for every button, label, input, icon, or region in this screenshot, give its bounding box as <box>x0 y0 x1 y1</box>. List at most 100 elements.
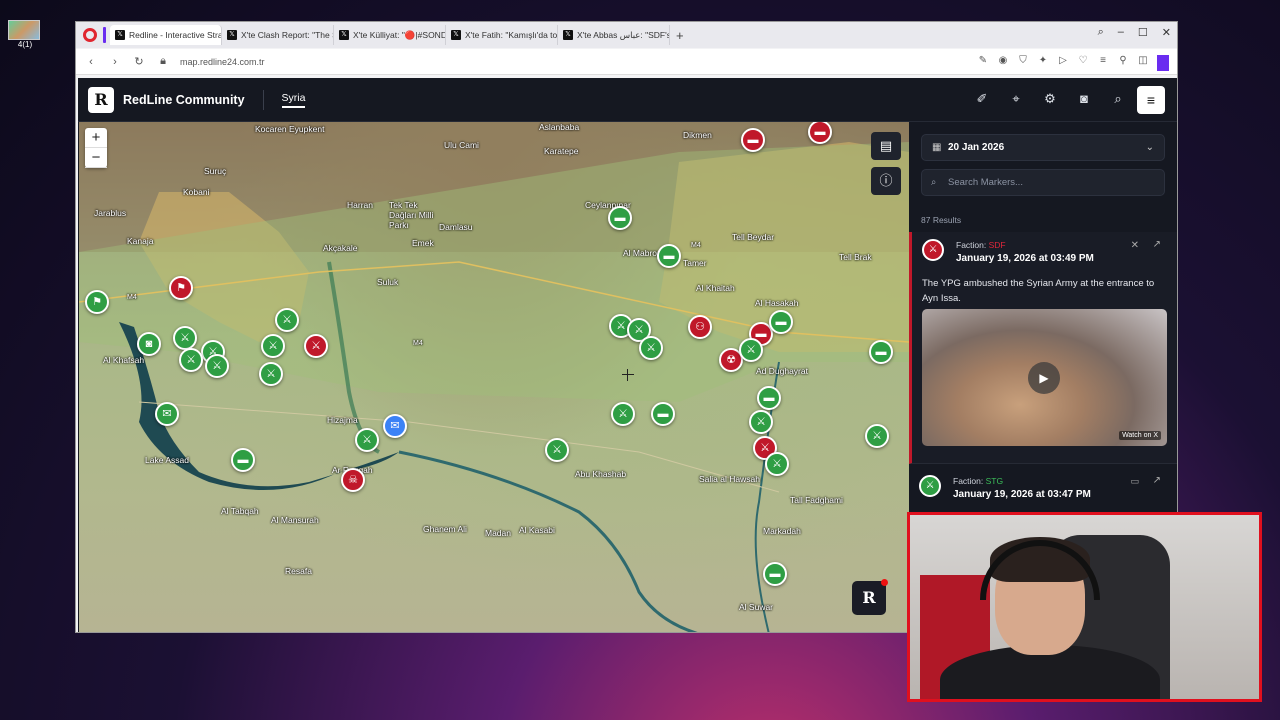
url-field[interactable]: map.redline24.com.tr <box>180 57 265 67</box>
location-pin-icon[interactable]: ⌖ <box>1007 91 1025 107</box>
play-button-icon[interactable]: ▶ <box>1028 362 1060 394</box>
map-marker-stg-clash[interactable]: ⚔ <box>205 354 229 378</box>
map-marker-stg-convoy[interactable]: ▬ <box>763 562 787 586</box>
map-marker-stg-convoy[interactable]: ▬ <box>657 244 681 268</box>
tab-label: X'te Clash Report: "The Sy <box>241 30 334 40</box>
map-marker-sdf-flag[interactable]: ⚑ <box>169 276 193 300</box>
map-marker-stg-clash[interactable]: ⚔ <box>749 410 773 434</box>
map-marker-stg-clash[interactable]: ⚔ <box>611 402 635 426</box>
map-label: Damlasu <box>439 222 473 232</box>
calendar-icon: ▦ <box>932 142 942 153</box>
camera-icon[interactable]: ◙ <box>1075 91 1093 107</box>
map-label: Tell Beydar <box>732 232 775 242</box>
map-marker-stg-clash[interactable]: ⚔ <box>261 334 285 358</box>
desktop-icon-thumbnail <box>8 20 40 40</box>
external-link-icon[interactable]: ↗ <box>1153 239 1161 250</box>
map-layers-icon[interactable]: ▤ <box>871 132 901 160</box>
tab-abbas[interactable]: 𝕏 X'te Abbas عباس: "SDF's w <box>558 25 670 45</box>
box-icon[interactable]: ◫ <box>1137 55 1149 71</box>
map-marker-stg-clash[interactable]: ⚔ <box>179 348 203 372</box>
zoom-in-button[interactable]: + <box>85 128 107 148</box>
heart-icon[interactable]: ♡ <box>1077 55 1089 71</box>
map-marker-stg-convoy[interactable]: ▬ <box>651 402 675 426</box>
search-icon[interactable]: ⌕ <box>1109 91 1127 107</box>
map-marker-stg-clash[interactable]: ⚔ <box>173 326 197 350</box>
map-marker-stg-announce[interactable]: ✉ <box>155 402 179 426</box>
video-icon[interactable]: ▭ <box>1130 476 1139 487</box>
draw-icon[interactable]: ✐ <box>973 91 991 107</box>
marker-description: The YPG ambushed the Syrian Army at the … <box>922 278 1155 304</box>
map-marker-stg-clash[interactable]: ⚔ <box>275 308 299 332</box>
tab-label: X'te Abbas عباس: "SDF's w <box>577 29 670 40</box>
redline-map-badge[interactable]: R <box>852 579 888 615</box>
map-marker-sdf-group[interactable]: ⚇ <box>688 315 712 339</box>
search-tabs-icon[interactable]: ⌕ <box>1098 26 1104 39</box>
watch-on-x-label[interactable]: Watch on X <box>1119 431 1161 440</box>
sidebar-toggle[interactable] <box>1157 55 1169 71</box>
tab-label: Redline - Interactive Strate <box>129 30 222 40</box>
close-icon[interactable]: ✕ <box>1131 240 1139 251</box>
map-view[interactable]: + − ▤ ⓘ Kocaren Eyupkent Ulu Cami Suruç … <box>79 122 909 632</box>
map-label: Kocaren <box>255 124 287 134</box>
map-marker-stg-clash[interactable]: ⚔ <box>259 362 283 386</box>
info-icon[interactable]: ⓘ <box>871 167 901 195</box>
profile-icon[interactable]: ⚲ <box>1117 55 1129 71</box>
map-label: Kanaja <box>127 236 154 246</box>
map-tools: ▤ ⓘ <box>871 132 901 202</box>
back-icon[interactable]: ‹ <box>82 56 100 68</box>
extension-icon[interactable]: ✦ <box>1037 55 1049 71</box>
tab-clash-report[interactable]: 𝕏 X'te Clash Report: "The Sy <box>222 25 334 45</box>
map-marker-stg-clash[interactable]: ⚔ <box>765 452 789 476</box>
video-embed[interactable]: ▶ Watch on X <box>922 309 1167 446</box>
map-marker-stg[interactable]: ⚑ <box>85 290 109 314</box>
map-marker-stg-convoy[interactable]: ▬ <box>231 448 255 472</box>
map-label: Ghanem Ali <box>423 524 467 534</box>
address-bar: ‹ › ↻ 🔒︎ map.redline24.com.tr ✎ ◉ ⛉ ✦ ▷ … <box>76 49 1177 75</box>
faction-line: Faction: SDF <box>956 240 1006 250</box>
minimize-icon[interactable]: – <box>1118 26 1124 39</box>
external-link-icon[interactable]: ↗ <box>1153 475 1161 486</box>
reload-icon[interactable]: ↻ <box>130 55 148 68</box>
zoom-out-button[interactable]: − <box>85 148 107 168</box>
tab-kulliyat[interactable]: 𝕏 X'te Külliyat: "🔴|#SOND <box>334 25 446 45</box>
camera-icon[interactable]: ◉ <box>997 55 1009 71</box>
maximize-icon[interactable]: ☐ <box>1138 26 1148 39</box>
map-marker-stg-convoy[interactable]: ▬ <box>769 310 793 334</box>
map-marker-blue-announce[interactable]: ✉ <box>383 414 407 438</box>
map-marker-stg-clash[interactable]: ⚔ <box>865 424 889 448</box>
map-marker-stg-camera[interactable]: ◙ <box>137 332 161 356</box>
map-marker-sdf-clash[interactable]: ⚔ <box>304 334 328 358</box>
desktop-icon-label: 4(1) <box>17 40 33 49</box>
tab-fatih[interactable]: 𝕏 X'te Fatih: "Kamışlı'da top <box>446 25 558 45</box>
tab-redline[interactable]: 𝕏 Redline - Interactive Strate <box>110 25 222 45</box>
opera-logo-icon[interactable] <box>83 28 97 42</box>
map-marker-stg-clash[interactable]: ⚔ <box>739 338 763 362</box>
hamburger-menu-icon[interactable]: ≡ <box>1137 86 1165 114</box>
list-icon[interactable]: ≡ <box>1097 55 1109 71</box>
new-tab-icon[interactable]: + <box>676 28 684 43</box>
faction-name: STG <box>985 476 1004 486</box>
country-tab[interactable]: Syria <box>281 92 306 108</box>
map-marker-stg-clash[interactable]: ⚔ <box>639 336 663 360</box>
redline-logo[interactable]: R <box>88 86 114 113</box>
map-marker-stg-clash[interactable]: ⚔ <box>545 438 569 462</box>
map-marker-stg-convoy[interactable]: ▬ <box>757 386 781 410</box>
shield-icon[interactable]: ⛉ <box>1017 55 1029 71</box>
settings-gear-icon[interactable]: ⚙ <box>1041 91 1059 107</box>
play-icon[interactable]: ▷ <box>1057 55 1069 71</box>
map-marker-stg-convoy[interactable]: ▬ <box>608 206 632 230</box>
date-value: 20 Jan 2026 <box>948 142 1005 153</box>
forward-icon[interactable]: › <box>106 56 124 68</box>
map-marker-stg-clash[interactable]: ⚔ <box>355 428 379 452</box>
date-selector[interactable]: ▦ 20 Jan 2026 ⌄ <box>921 134 1165 161</box>
map-marker-sdf-casualty[interactable]: ☠ <box>341 468 365 492</box>
edit-icon[interactable]: ✎ <box>977 55 989 71</box>
marker-card[interactable]: ⚔ Faction: SDF January 19, 2026 at 03:49… <box>909 232 1177 464</box>
map-label: Suluk <box>377 277 399 287</box>
close-window-icon[interactable]: ✕ <box>1162 26 1171 39</box>
map-marker-stg-convoy[interactable]: ▬ <box>869 340 893 364</box>
map-label: Al Suwar <box>739 602 774 612</box>
marker-search-input[interactable]: ⌕ Search Markers... <box>921 169 1165 196</box>
desktop-icon[interactable]: 4(1) <box>8 20 42 49</box>
map-marker-sdf-convoy[interactable]: ▬ <box>741 128 765 152</box>
